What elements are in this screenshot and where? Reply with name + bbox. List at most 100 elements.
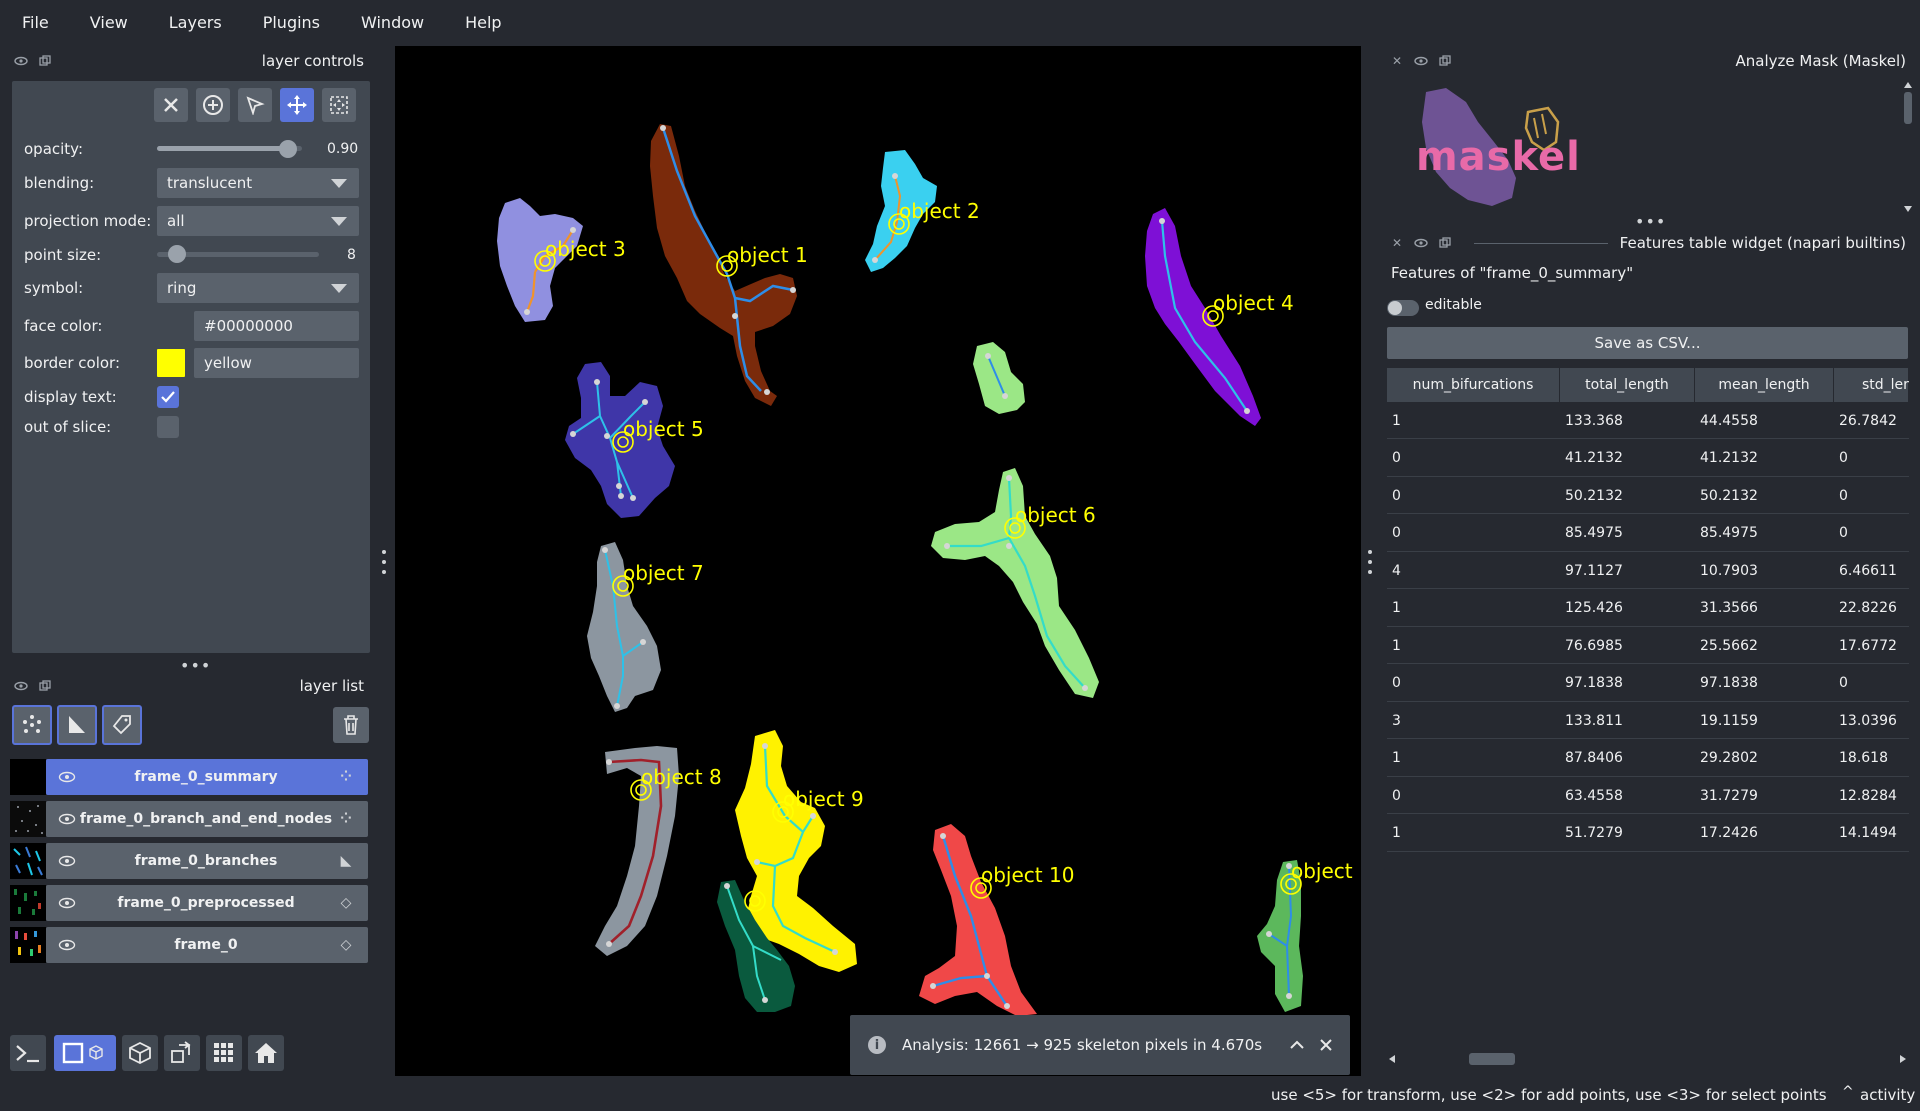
table-cell[interactable]: 51.7279 bbox=[1560, 815, 1695, 852]
visibility-eye-icon[interactable] bbox=[58, 939, 76, 951]
console-button[interactable] bbox=[10, 1035, 46, 1071]
scroll-up-icon[interactable] bbox=[1904, 82, 1912, 88]
table-row[interactable]: 4 97.1127 10.7903 6.46611 bbox=[1387, 552, 1909, 589]
table-cell[interactable]: 19.1159 bbox=[1695, 702, 1834, 739]
table-cell[interactable]: 50.2132 bbox=[1560, 477, 1695, 514]
layer-row-frame-0-branches[interactable]: frame_0_branches ◣ bbox=[46, 843, 368, 879]
column-header[interactable]: total_length bbox=[1560, 368, 1695, 402]
layer-row-frame-0[interactable]: frame_0 ◇ bbox=[46, 927, 368, 963]
table-cell[interactable]: 63.4558 bbox=[1560, 777, 1695, 814]
menu-view[interactable]: View bbox=[90, 13, 128, 32]
table-row[interactable]: 0 63.4558 31.7279 12.8284 bbox=[1387, 777, 1909, 814]
table-cell[interactable]: 13.0396 bbox=[1834, 702, 1909, 739]
table-cell[interactable]: 1 bbox=[1387, 815, 1560, 852]
new-shapes-layer-button[interactable] bbox=[57, 705, 97, 745]
table-cell[interactable]: 17.2426 bbox=[1695, 815, 1834, 852]
table-cell[interactable]: 97.1838 bbox=[1695, 665, 1834, 702]
transpose-button[interactable] bbox=[164, 1035, 200, 1071]
scroll-down-icon[interactable] bbox=[1904, 206, 1912, 212]
left-splitter-handle[interactable] bbox=[382, 550, 388, 574]
float-icon[interactable] bbox=[1438, 236, 1452, 250]
right-splitter-handle[interactable] bbox=[1368, 550, 1374, 574]
add-points-button[interactable] bbox=[196, 88, 230, 122]
table-cell[interactable]: 6.46611 bbox=[1834, 552, 1909, 589]
table-cell[interactable]: 1 bbox=[1387, 402, 1560, 439]
table-cell[interactable]: 31.7279 bbox=[1695, 777, 1834, 814]
table-cell[interactable]: 85.4975 bbox=[1560, 515, 1695, 552]
visibility-eye-icon[interactable] bbox=[58, 897, 76, 909]
visibility-eye-icon[interactable] bbox=[58, 771, 76, 783]
eye-icon[interactable] bbox=[14, 679, 28, 693]
table-cell[interactable]: 0 bbox=[1387, 477, 1560, 514]
table-cell[interactable]: 4 bbox=[1387, 552, 1560, 589]
eye-icon[interactable] bbox=[1414, 54, 1428, 68]
float-icon[interactable] bbox=[1438, 54, 1452, 68]
layer-row-frame-0-branch-and-end-nodes[interactable]: frame_0_branch_and_end_nodes ⁘ bbox=[46, 801, 368, 837]
border-color-field[interactable]: yellow bbox=[194, 348, 359, 378]
table-cell[interactable]: 97.1838 bbox=[1560, 665, 1695, 702]
menu-window[interactable]: Window bbox=[361, 13, 424, 32]
table-row[interactable]: 0 97.1838 97.1838 0 bbox=[1387, 665, 1909, 702]
viewer-canvas[interactable]: object 1 object 2 object 3 object 4 obje… bbox=[395, 46, 1361, 1076]
table-cell[interactable]: 0 bbox=[1834, 477, 1909, 514]
face-color-field[interactable]: #00000000 bbox=[194, 311, 359, 341]
table-row[interactable]: 1 51.7279 17.2426 14.1494 bbox=[1387, 815, 1909, 852]
layer-row-frame-0-summary[interactable]: frame_0_summary ⁘ bbox=[46, 759, 368, 795]
table-cell[interactable]: 25.5662 bbox=[1695, 627, 1834, 664]
table-cell[interactable]: 133.811 bbox=[1560, 702, 1695, 739]
ndisplay-toggle-button[interactable] bbox=[54, 1035, 116, 1071]
close-icon[interactable]: ✕ bbox=[1390, 54, 1404, 68]
table-cell[interactable]: 0 bbox=[1387, 515, 1560, 552]
table-cell[interactable]: 3 bbox=[1387, 702, 1560, 739]
symbol-dropdown[interactable]: ring bbox=[157, 273, 359, 303]
menu-plugins[interactable]: Plugins bbox=[263, 13, 320, 32]
table-row[interactable]: 1 125.426 31.3566 22.8226 bbox=[1387, 590, 1909, 627]
table-row[interactable]: 0 41.2132 41.2132 0 bbox=[1387, 440, 1909, 477]
table-cell[interactable]: 14.1494 bbox=[1834, 815, 1909, 852]
table-row[interactable]: 3 133.811 19.1159 13.0396 bbox=[1387, 702, 1909, 739]
table-cell[interactable]: 0 bbox=[1834, 515, 1909, 552]
new-points-layer-button[interactable] bbox=[12, 705, 52, 745]
close-icon[interactable] bbox=[1320, 1039, 1332, 1051]
display-text-checkbox[interactable] bbox=[157, 386, 179, 408]
scrollbar-thumb[interactable] bbox=[1904, 92, 1912, 124]
table-cell[interactable]: 1 bbox=[1387, 590, 1560, 627]
activity-button[interactable]: activity bbox=[1860, 1086, 1915, 1104]
chevron-up-icon[interactable]: ^ bbox=[1842, 1084, 1854, 1100]
table-cell[interactable]: 41.2132 bbox=[1560, 440, 1695, 477]
pan-zoom-button[interactable] bbox=[280, 88, 314, 122]
float-icon[interactable] bbox=[38, 54, 52, 68]
table-cell[interactable]: 0 bbox=[1834, 440, 1909, 477]
table-row[interactable]: 1 76.6985 25.5662 17.6772 bbox=[1387, 627, 1909, 664]
table-cell[interactable]: 76.6985 bbox=[1560, 627, 1695, 664]
scroll-left-icon[interactable] bbox=[1389, 1055, 1395, 1063]
table-cell[interactable]: 125.426 bbox=[1560, 590, 1695, 627]
home-button[interactable] bbox=[248, 1035, 284, 1071]
transform-button[interactable] bbox=[322, 88, 356, 122]
table-cell[interactable]: 44.4558 bbox=[1695, 402, 1834, 439]
scrollbar-thumb[interactable] bbox=[1469, 1053, 1515, 1065]
border-color-swatch[interactable] bbox=[157, 349, 185, 377]
delete-points-button[interactable] bbox=[154, 88, 188, 122]
table-cell[interactable]: 0 bbox=[1387, 665, 1560, 702]
table-cell[interactable]: 26.7842 bbox=[1834, 402, 1909, 439]
chevron-up-icon[interactable] bbox=[1290, 1040, 1304, 1050]
out-of-slice-checkbox[interactable] bbox=[157, 416, 179, 438]
blending-dropdown[interactable]: translucent bbox=[157, 168, 359, 198]
table-cell[interactable]: 12.8284 bbox=[1834, 777, 1909, 814]
roll-dimensions-button[interactable] bbox=[122, 1035, 158, 1071]
layer-row-frame-0-preprocessed[interactable]: frame_0_preprocessed ◇ bbox=[46, 885, 368, 921]
table-cell[interactable]: 41.2132 bbox=[1695, 440, 1834, 477]
eye-icon[interactable] bbox=[1414, 236, 1428, 250]
menu-layers[interactable]: Layers bbox=[169, 13, 222, 32]
menu-help[interactable]: Help bbox=[465, 13, 501, 32]
table-cell[interactable]: 1 bbox=[1387, 627, 1560, 664]
opacity-slider-handle[interactable] bbox=[278, 140, 297, 158]
eye-icon[interactable] bbox=[14, 54, 28, 68]
table-cell[interactable]: 85.4975 bbox=[1695, 515, 1834, 552]
table-cell[interactable]: 0 bbox=[1387, 777, 1560, 814]
table-cell[interactable]: 0 bbox=[1834, 665, 1909, 702]
float-icon[interactable] bbox=[38, 679, 52, 693]
visibility-eye-icon[interactable] bbox=[58, 813, 76, 825]
table-cell[interactable]: 31.3566 bbox=[1695, 590, 1834, 627]
